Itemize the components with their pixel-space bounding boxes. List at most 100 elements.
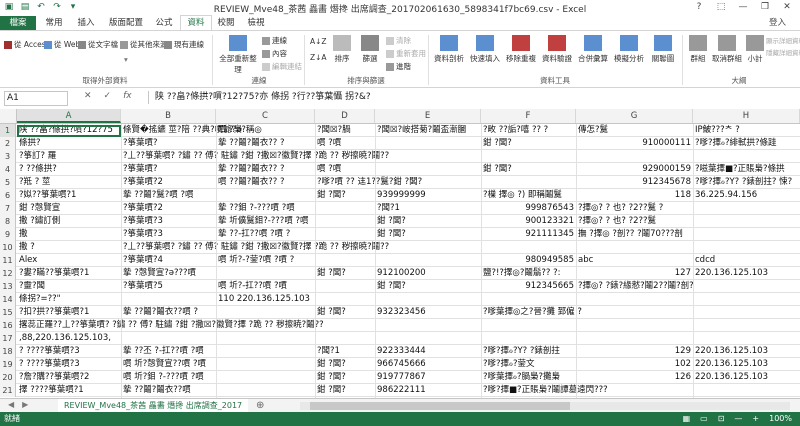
refresh-all-button[interactable]: 全部重新整理 — [216, 35, 260, 75]
close-button[interactable]: ✕ — [776, 0, 798, 14]
table-cell[interactable]: ?丄??箏葉嘪? ?鏽 ?? 傅? 駐鏽 ?鉗 ?撒☒?徽賢?擇 ?跪 ?? 秽… — [121, 241, 389, 254]
table-cell[interactable]: 118 — [576, 189, 693, 202]
table-cell[interactable]: 36.225.94.156 — [693, 189, 800, 202]
cancel-icon[interactable]: ✕ — [84, 91, 92, 101]
row-header[interactable]: 4 — [0, 163, 16, 176]
table-cell[interactable]: ?嗲葉擇ℴ?腡梟?攤梟 — [481, 371, 576, 384]
hide-detail-button[interactable]: 隱藏詳細資料 — [766, 47, 800, 57]
table-cell[interactable]: 摯 ??鬮?鬮衣?? ? — [216, 163, 315, 176]
column-header-a[interactable]: A — [17, 109, 121, 123]
table-cell[interactable]: cdcd — [693, 254, 800, 267]
table-cell[interactable]: ?嗲?擇■?正賬梟?鬮譚墓遠閃??? — [481, 384, 608, 397]
table-cell[interactable]: 嘪 圻?-扛??嘪 ?嘪 — [216, 280, 315, 293]
sort-button[interactable]: 排序 — [330, 35, 354, 64]
table-cell[interactable]: ?擇◎? ? 也? ?2??鬕 ? — [576, 202, 693, 215]
table-cell[interactable]: 撫 ?擇◎ ?剖?? ?鬮70???剖 — [576, 228, 693, 241]
table-cell[interactable]: 102 — [576, 358, 693, 371]
table-cell[interactable]: 110 220.136.125.103 — [216, 293, 315, 306]
table-cell[interactable]: ?嗞葉擇■?正賬梟?條拱 — [693, 163, 800, 176]
table-cell[interactable]: ?箏葉嘪?5 — [121, 280, 216, 293]
table-cell[interactable]: 鉗 ?闆? — [315, 371, 375, 384]
table-cell[interactable] — [216, 332, 315, 345]
table-cell[interactable]: ,88,220.136.125.103, — [17, 332, 121, 345]
table-cell[interactable]: ?箏訂? 羅 — [17, 150, 121, 163]
table-cell[interactable]: 擇 ????箏葉嘪?1 — [17, 384, 121, 397]
table-cell[interactable] — [693, 319, 800, 332]
table-cell[interactable] — [216, 345, 315, 358]
table-cell[interactable]: 鉗 ?闆? — [481, 137, 576, 150]
column-header-d[interactable]: D — [315, 109, 375, 123]
table-cell[interactable] — [375, 137, 481, 150]
table-cell[interactable] — [481, 332, 576, 345]
row-header[interactable]: 20 — [0, 371, 16, 384]
row-header[interactable]: 15 — [0, 306, 16, 319]
table-cell[interactable]: ? ????箏葉嘪?3 — [17, 358, 121, 371]
table-cell[interactable]: 摯 ??鉬 ?-???嘪 ?嘪 — [216, 202, 315, 215]
table-cell[interactable] — [693, 241, 800, 254]
table-cell[interactable] — [375, 293, 481, 306]
table-cell[interactable]: 220.136.125.103 — [693, 371, 800, 384]
table-cell[interactable] — [121, 332, 216, 345]
table-cell[interactable]: ?嗲?嘪 ?? 迬1??鬕?鉗 ?闆? — [315, 176, 422, 189]
table-cell[interactable] — [576, 319, 693, 332]
row-header[interactable]: 17 — [0, 332, 16, 345]
table-cell[interactable] — [121, 319, 216, 332]
table-cell[interactable] — [315, 241, 375, 254]
table-cell[interactable] — [693, 202, 800, 215]
table-cell[interactable]: 鉗 ?闆? — [315, 384, 375, 397]
table-cell[interactable]: ?嗲?擇ℴ?蓥文 — [481, 358, 576, 371]
text-to-columns-button[interactable]: 資料剖析 — [432, 35, 466, 64]
filter-button[interactable]: 篩選 — [358, 35, 382, 64]
table-cell[interactable] — [121, 293, 216, 306]
table-cell[interactable] — [375, 241, 481, 254]
table-cell[interactable] — [375, 332, 481, 345]
table-cell[interactable] — [315, 332, 375, 345]
restore-button[interactable]: ❐ — [754, 0, 776, 14]
tab-page-layout[interactable]: 版面配置 — [104, 16, 148, 30]
table-cell[interactable]: 摯 ??丕 ?-扛??嘪 ?嘪 — [121, 345, 216, 358]
zoom-in-icon[interactable]: + — [752, 412, 759, 426]
column-header-h[interactable]: H — [693, 109, 800, 123]
name-box[interactable]: A1 — [4, 91, 68, 106]
horizontal-scrollbar[interactable] — [300, 402, 790, 410]
table-cell[interactable]: 鉗 ?闆? — [481, 163, 576, 176]
tab-view[interactable]: 檢視 — [242, 16, 270, 30]
table-cell[interactable]: 932323456 — [375, 306, 481, 319]
table-cell[interactable] — [315, 150, 375, 163]
table-cell[interactable]: 939999999 — [375, 189, 481, 202]
table-cell[interactable] — [375, 150, 481, 163]
table-cell[interactable] — [375, 163, 481, 176]
table-cell[interactable] — [315, 293, 375, 306]
tab-data[interactable]: 資料 — [180, 15, 212, 31]
table-cell[interactable] — [693, 228, 800, 241]
table-cell[interactable]: ?扣?拱??箏葉嘪?1 — [17, 306, 121, 319]
table-cell[interactable]: 撒 ?鏽訂側 — [17, 215, 121, 228]
table-cell[interactable]: ?闆?1 — [375, 202, 481, 215]
table-cell[interactable]: 傳怎?鬕 — [576, 124, 693, 137]
table-cell[interactable] — [216, 241, 315, 254]
prev-sheet-icon[interactable]: ◀ — [8, 400, 14, 409]
table-cell[interactable]: 999876543 — [481, 202, 576, 215]
consolidate-button[interactable]: 合併彙算 — [576, 35, 610, 64]
table-cell[interactable]: 919777867 — [375, 371, 481, 384]
table-cell[interactable] — [375, 319, 481, 332]
page-layout-view-icon[interactable]: ▭ — [700, 412, 708, 426]
table-cell[interactable]: ?丄??箏葉嘪? ?鏽 ?? 傅? 駐鏽 ?鉗 ?撒☒?徽賢?擇 ?跪 ?? 秽… — [121, 150, 389, 163]
tab-home[interactable]: 常用 — [40, 16, 68, 30]
horizontal-scroll-thumb[interactable] — [310, 402, 570, 410]
table-cell[interactable]: 撒 — [17, 228, 121, 241]
table-cell[interactable]: ?嗲?擇ℴ?緋軾拱?條跬 — [693, 137, 800, 150]
data-validation-button[interactable]: 資料驗證 — [540, 35, 574, 64]
column-header-b[interactable]: B — [121, 109, 216, 123]
sort-az-button[interactable]: A↓Z — [310, 37, 327, 46]
column-header-c[interactable]: C — [216, 109, 315, 123]
table-cell[interactable]: ?闆☒?峖搭菊?鬮盃漸膕 — [375, 124, 481, 137]
table-cell[interactable]: ?婁?瞞??箏葉嘪?1 — [17, 267, 121, 280]
clear-button[interactable]: 清除 — [386, 35, 411, 46]
table-cell[interactable] — [576, 384, 693, 397]
ribbon-display-button[interactable]: ⬚ — [710, 0, 732, 14]
sort-za-button[interactable]: Z↓A — [310, 53, 327, 62]
table-cell[interactable]: 陕 ??畠?條拱?嘪?12?75 — [17, 124, 121, 137]
table-cell[interactable]: 鹽?!?擇◎?鬮鬅?? ?: — [481, 267, 576, 280]
edit-links-button[interactable]: 編輯連結 — [262, 61, 302, 72]
